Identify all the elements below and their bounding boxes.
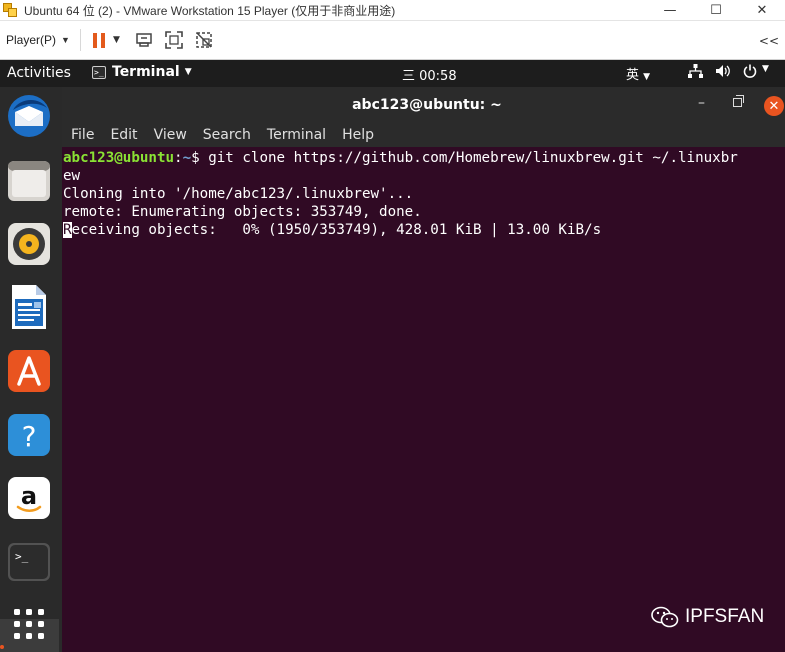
dock-running-indicator [0, 645, 4, 649]
menu-search[interactable]: Search [203, 127, 251, 143]
amazon-icon: a [8, 477, 50, 519]
wechat-icon [651, 606, 679, 628]
terminal-header-bar: abc123@ubuntu: ~ – ✕ [62, 87, 785, 123]
rhythmbox-icon [8, 223, 50, 265]
ubuntu-dock: ? a >_ [0, 87, 62, 652]
terminal-title: abc123@ubuntu: ~ [352, 97, 502, 113]
clock[interactable]: 三 00:58 [402, 65, 457, 84]
app-menu[interactable]: >_ Terminal ▼ [92, 64, 192, 80]
ubuntu-software-icon [8, 350, 50, 392]
prompt-path: ~ [182, 150, 192, 166]
collapse-toolbar-button[interactable]: << [759, 34, 779, 48]
vm-titlebar: Ubuntu 64 位 (2) - VMware Workstation 15 … [0, 0, 785, 20]
help-icon: ? [8, 414, 50, 456]
close-button[interactable]: ✕ [739, 0, 785, 20]
terminal-icon: >_ [8, 543, 50, 581]
vm-toolbar: Player(P) ▼ ▼ << [0, 20, 785, 60]
terminal-minimize-button[interactable]: – [698, 95, 705, 111]
dock-item-libreoffice-writer[interactable] [5, 283, 53, 331]
window-controls: — ☐ ✕ [647, 0, 785, 20]
menu-terminal[interactable]: Terminal [267, 127, 326, 143]
gnome-top-bar: Activities >_ Terminal ▼ 三 00:58 英 ▼ ▼ [0, 60, 785, 87]
vmware-app-icon [2, 2, 20, 18]
fullscreen-icon[interactable] [164, 30, 184, 50]
minimize-button[interactable]: — [647, 0, 693, 20]
progress-text: eceiving objects: 0% (1950/353749), 428.… [71, 222, 602, 238]
command-text: git clone https://github.com/Homebrew/li… [199, 150, 738, 166]
terminal-window: abc123@ubuntu: ~ – ✕ File Edit View Sear… [62, 87, 785, 652]
menu-file[interactable]: File [71, 127, 94, 143]
pause-dropdown-icon[interactable]: ▼ [113, 35, 120, 45]
power-icon[interactable] [743, 64, 757, 82]
terminal-cursor: R [63, 222, 72, 238]
terminal-icon: >_ [92, 65, 106, 79]
menu-view[interactable]: View [154, 127, 187, 143]
prompt-separator: : [174, 150, 183, 166]
svg-text:>_: >_ [15, 550, 29, 563]
dock-item-ubuntu-software[interactable] [5, 347, 53, 395]
watermark-text: IPFSFAN [685, 606, 765, 627]
terminal-output[interactable]: abc123@ubuntu:~$ git clone https://githu… [63, 149, 783, 239]
input-method-indicator[interactable]: 英 ▼ [626, 64, 650, 83]
vm-window-title: Ubuntu 64 位 (2) - VMware Workstation 15 … [24, 3, 396, 18]
watermark: IPFSFAN [651, 606, 764, 628]
chevron-down-icon: ▼ [643, 72, 651, 82]
grid-icon [14, 609, 44, 639]
svg-text:?: ? [22, 420, 37, 453]
prompt-symbol: $ [191, 150, 200, 166]
activities-button[interactable]: Activities [7, 65, 71, 81]
dock-item-terminal[interactable]: >_ [5, 538, 53, 586]
libreoffice-writer-icon [12, 285, 46, 329]
terminal-maximize-button[interactable] [733, 95, 744, 107]
dock-item-help[interactable]: ? [5, 411, 53, 459]
chevron-down-icon: ▼ [184, 67, 192, 77]
dock-item-thunderbird[interactable] [5, 92, 53, 140]
terminal-line: remote: Enumerating objects: 353749, don… [63, 204, 422, 220]
player-menu-label: Player(P) [6, 33, 57, 47]
toolbar-divider [79, 29, 81, 51]
terminal-line: Receiving objects: 0% (1950/353749), 428… [63, 221, 783, 239]
dock-item-amazon[interactable]: a [5, 474, 53, 522]
menu-help[interactable]: Help [342, 127, 374, 143]
dock-show-applications[interactable] [5, 600, 53, 648]
dock-item-rhythmbox[interactable] [5, 220, 53, 268]
terminal-line: Cloning into '/home/abc123/.linuxbrew'..… [63, 186, 414, 202]
svg-text:a: a [21, 482, 37, 510]
pause-icon[interactable] [92, 32, 105, 48]
player-menu[interactable]: Player(P) ▼ [6, 33, 70, 47]
system-menu-chevron-icon[interactable]: ▼ [762, 64, 769, 74]
unity-mode-icon[interactable] [194, 30, 214, 50]
prompt-user: abc123@ubuntu [63, 150, 175, 166]
maximize-button[interactable]: ☐ [693, 0, 739, 20]
terminal-menubar: File Edit View Search Terminal Help [62, 123, 785, 147]
app-menu-label: Terminal [112, 64, 180, 80]
chevron-down-icon: ▼ [61, 35, 70, 45]
volume-icon[interactable] [715, 64, 731, 82]
menu-edit[interactable]: Edit [110, 127, 137, 143]
files-icon [8, 161, 50, 201]
input-method-label: 英 [626, 68, 640, 83]
terminal-close-button[interactable]: ✕ [764, 96, 784, 116]
send-ctrl-alt-del-icon[interactable] [134, 30, 154, 50]
dock-item-files[interactable] [5, 156, 53, 204]
network-icon[interactable] [688, 64, 703, 82]
terminal-line: ew [63, 168, 81, 184]
thunderbird-icon [8, 95, 50, 137]
terminal-line: abc123@ubuntu:~$ git clone https://githu… [63, 149, 783, 167]
